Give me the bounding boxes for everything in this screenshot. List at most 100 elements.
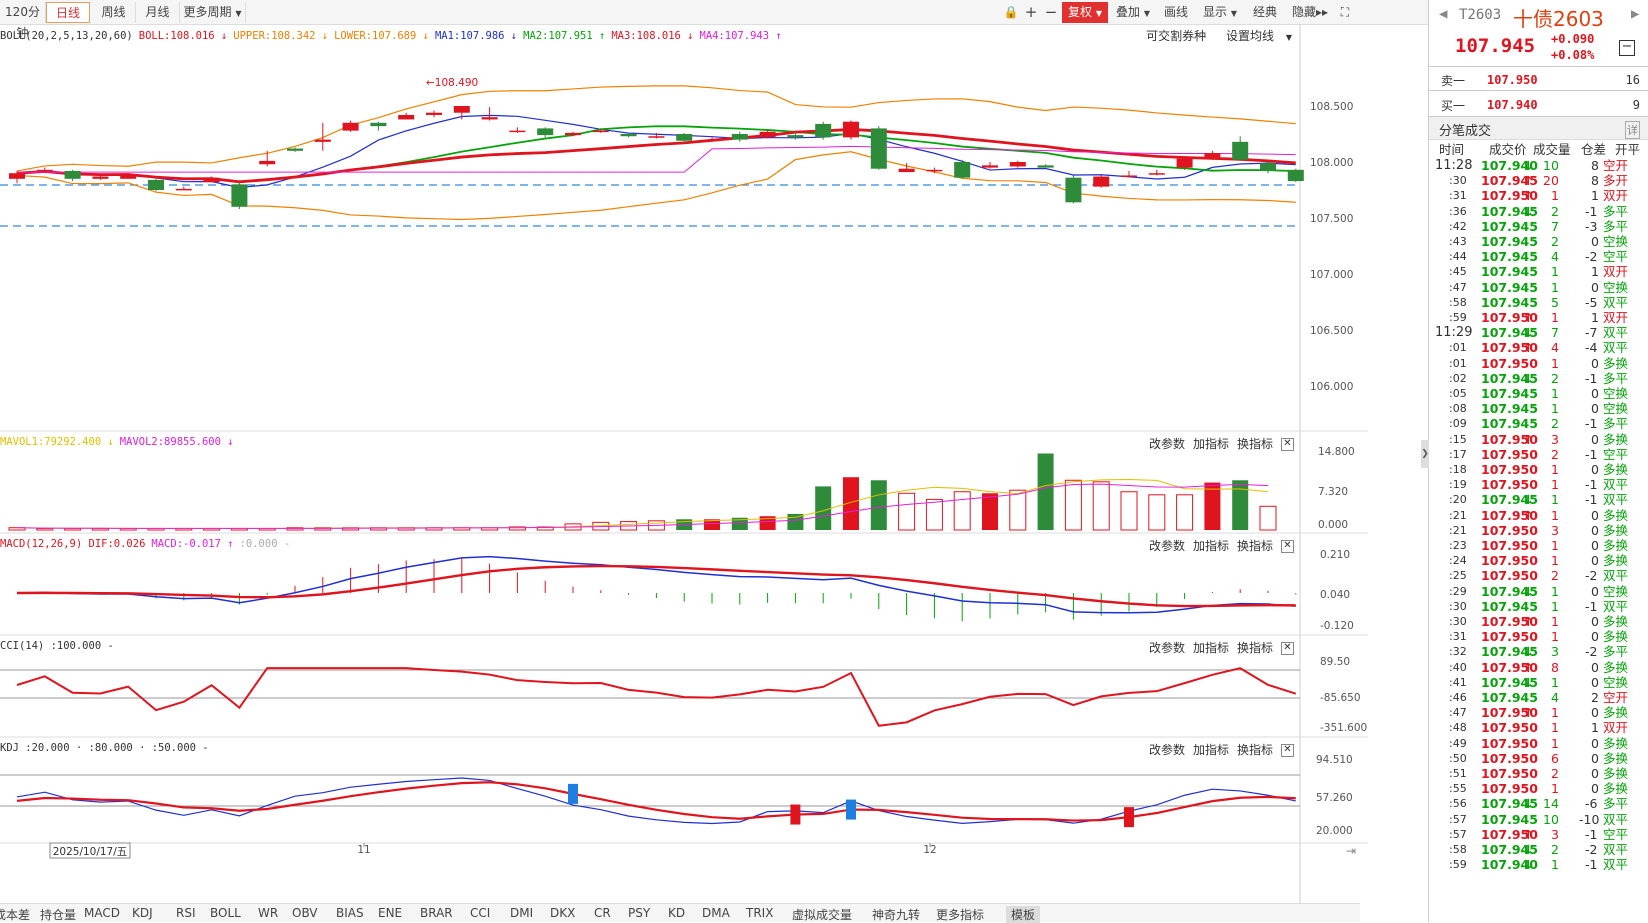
kline-chart[interactable]: 108.500 108.000 107.500 107.000 106.500 106.0… <box>0 25 1368 903</box>
period-weekly[interactable]: 周线 <box>92 2 136 23</box>
tick-price: 107.945 <box>1481 264 1538 280</box>
add-indicator-button[interactable]: 加指标 <box>1193 641 1229 655</box>
display-button[interactable]: 显示 ▼ <box>1198 2 1242 23</box>
tick-type: 多换 <box>1603 431 1629 447</box>
indicator-tab[interactable]: 神奇九转 <box>872 906 920 923</box>
panel-toggle-icon[interactable]: ❯ <box>1421 440 1429 468</box>
tick-type: 多平 <box>1603 416 1629 432</box>
detail-button[interactable]: 详 <box>1625 121 1640 139</box>
candle <box>648 136 665 138</box>
forward-arrow-icon[interactable]: ▶ <box>1631 6 1639 22</box>
indicator-tab[interactable]: MACD <box>84 906 120 920</box>
draw-line-button[interactable]: 画线 <box>1158 2 1194 23</box>
volume-bar <box>953 491 971 531</box>
add-indicator-button[interactable]: 加指标 <box>1193 743 1229 757</box>
tick-time: :15 <box>1449 432 1467 446</box>
kdj-signal <box>790 804 801 825</box>
overlay-button[interactable]: 叠加 ▼ <box>1112 2 1154 23</box>
expand-icon[interactable]: ⛶ <box>1336 2 1354 23</box>
tick-row: :21 107.950 ↑ 1 0 多换 <box>1429 508 1648 524</box>
close-icon[interactable]: ✕ <box>1281 744 1294 757</box>
indicator-tab[interactable]: OBV <box>292 906 318 920</box>
indicator-tab[interactable]: DMI <box>510 906 533 920</box>
period-120min[interactable]: 120分钟 <box>0 2 46 40</box>
zoom-out-icon[interactable]: − <box>1042 2 1060 23</box>
tick-price: 107.945 <box>1481 690 1538 705</box>
switch-indicator-button[interactable]: 换指标 <box>1237 743 1273 757</box>
period-daily[interactable]: 日线 <box>46 2 90 23</box>
tick-volume: 14 <box>1543 796 1559 812</box>
tick-row: :25 107.950 2 -2 双平 <box>1429 568 1648 584</box>
indicator-tab[interactable]: BOLL <box>210 906 241 920</box>
indicator-tab[interactable]: ENE <box>378 906 402 920</box>
indicator-tab[interactable]: TRIX <box>746 906 773 920</box>
close-icon[interactable]: ✕ <box>1281 642 1294 655</box>
tick-oi-change: -1 <box>1585 857 1598 873</box>
tick-price: 107.945 <box>1481 218 1538 234</box>
indicator-tab[interactable]: KD <box>668 906 685 920</box>
change-params-button[interactable]: 改参数 <box>1149 437 1185 451</box>
change-params-button[interactable]: 改参数 <box>1149 539 1185 553</box>
indicator-tab[interactable]: 成本差 <box>0 906 30 923</box>
tick-price: 107.950 <box>1481 781 1538 797</box>
classic-button[interactable]: 经典 <box>1246 2 1284 23</box>
lock-icon[interactable]: 🔒 <box>1002 2 1020 23</box>
change-params-button[interactable]: 改参数 <box>1149 743 1185 757</box>
chart-area[interactable]: BOLL(20,2,5,13,20,60) BOLL:108.016 ↓ UPPER… <box>0 25 1368 903</box>
indicator-tab[interactable]: BIAS <box>336 906 364 920</box>
tick-volume: 1 <box>1551 401 1559 417</box>
indicator-tab[interactable]: RSI <box>176 906 196 920</box>
minimize-icon[interactable]: − <box>1619 40 1635 56</box>
candle <box>287 148 303 151</box>
tick-price: 107.950 <box>1481 446 1538 462</box>
tick-time: :31 <box>1449 630 1467 644</box>
tick-row: :09 107.945 2 -1 多平 <box>1429 416 1648 432</box>
indicator-tab[interactable]: 持仓量 <box>40 906 76 923</box>
fuquan-button[interactable]: 复权 ▼ <box>1062 2 1108 23</box>
switch-indicator-button[interactable]: 换指标 <box>1237 539 1273 553</box>
tick-price: 107.950 <box>1481 568 1538 584</box>
close-icon[interactable]: ✕ <box>1281 438 1294 451</box>
tick-volume: 1 <box>1551 188 1559 204</box>
period-more[interactable]: 更多周期 ▼ <box>180 2 246 23</box>
indicator-tab[interactable]: WR <box>258 906 278 920</box>
candle <box>1009 162 1026 167</box>
boll-upper-line <box>16 85 1296 172</box>
indicator-tab[interactable]: 更多指标 <box>936 906 984 923</box>
tick-type: 双开 <box>1603 264 1629 280</box>
tick-time: :48 <box>1449 721 1467 735</box>
period-monthly[interactable]: 月线 <box>136 2 180 23</box>
tick-oi-change: 8 <box>1591 158 1599 173</box>
indicator-tab[interactable]: CCI <box>470 906 490 920</box>
close-icon[interactable]: ✕ <box>1281 540 1294 553</box>
indicator-tab[interactable]: PSY <box>628 906 650 920</box>
tick-oi-change: 1 <box>1591 264 1599 280</box>
zoom-in-icon[interactable]: + <box>1022 2 1040 23</box>
tick-time: :50 <box>1449 751 1467 765</box>
switch-indicator-button[interactable]: 换指标 <box>1237 437 1273 451</box>
tick-row: :36 107.945 ↓ 2 -1 多平 <box>1429 204 1648 220</box>
tick-row: :58 107.945 5 -5 双平 <box>1429 295 1648 311</box>
back-arrow-icon[interactable]: ◀ <box>1439 6 1447 22</box>
indicator-tab[interactable]: 虚拟成交量 <box>792 906 852 923</box>
candle <box>982 165 998 168</box>
add-indicator-button[interactable]: 加指标 <box>1193 437 1229 451</box>
tick-price: 107.945 <box>1481 416 1538 432</box>
change-params-button[interactable]: 改参数 <box>1149 641 1185 655</box>
add-indicator-button[interactable]: 加指标 <box>1193 539 1229 553</box>
indicator-tab[interactable]: DMA <box>702 906 730 920</box>
arrow-up-icon: ↑ <box>1523 705 1534 721</box>
tick-type: 多换 <box>1603 538 1629 553</box>
tick-oi-change: -2 <box>1585 568 1598 584</box>
indicator-tab[interactable]: 模板 <box>1006 906 1041 923</box>
indicator-tab[interactable]: BRAR <box>420 906 453 920</box>
tick-row: :59 107.950 ↑ 1 1 双开 <box>1429 310 1648 326</box>
hide-button[interactable]: 隐藏▸▸ <box>1288 2 1332 23</box>
tick-row: :59 107.940 ↓ 1 -1 双平 <box>1429 857 1648 873</box>
indicator-tab[interactable]: DKX <box>550 906 575 920</box>
indicator-tab[interactable]: KDJ <box>132 906 153 920</box>
indicator-tab[interactable]: CR <box>594 906 611 920</box>
switch-indicator-button[interactable]: 换指标 <box>1237 641 1273 655</box>
ask-label: 卖一 <box>1441 74 1466 88</box>
tick-row: :21 107.950 3 0 多换 <box>1429 523 1648 539</box>
